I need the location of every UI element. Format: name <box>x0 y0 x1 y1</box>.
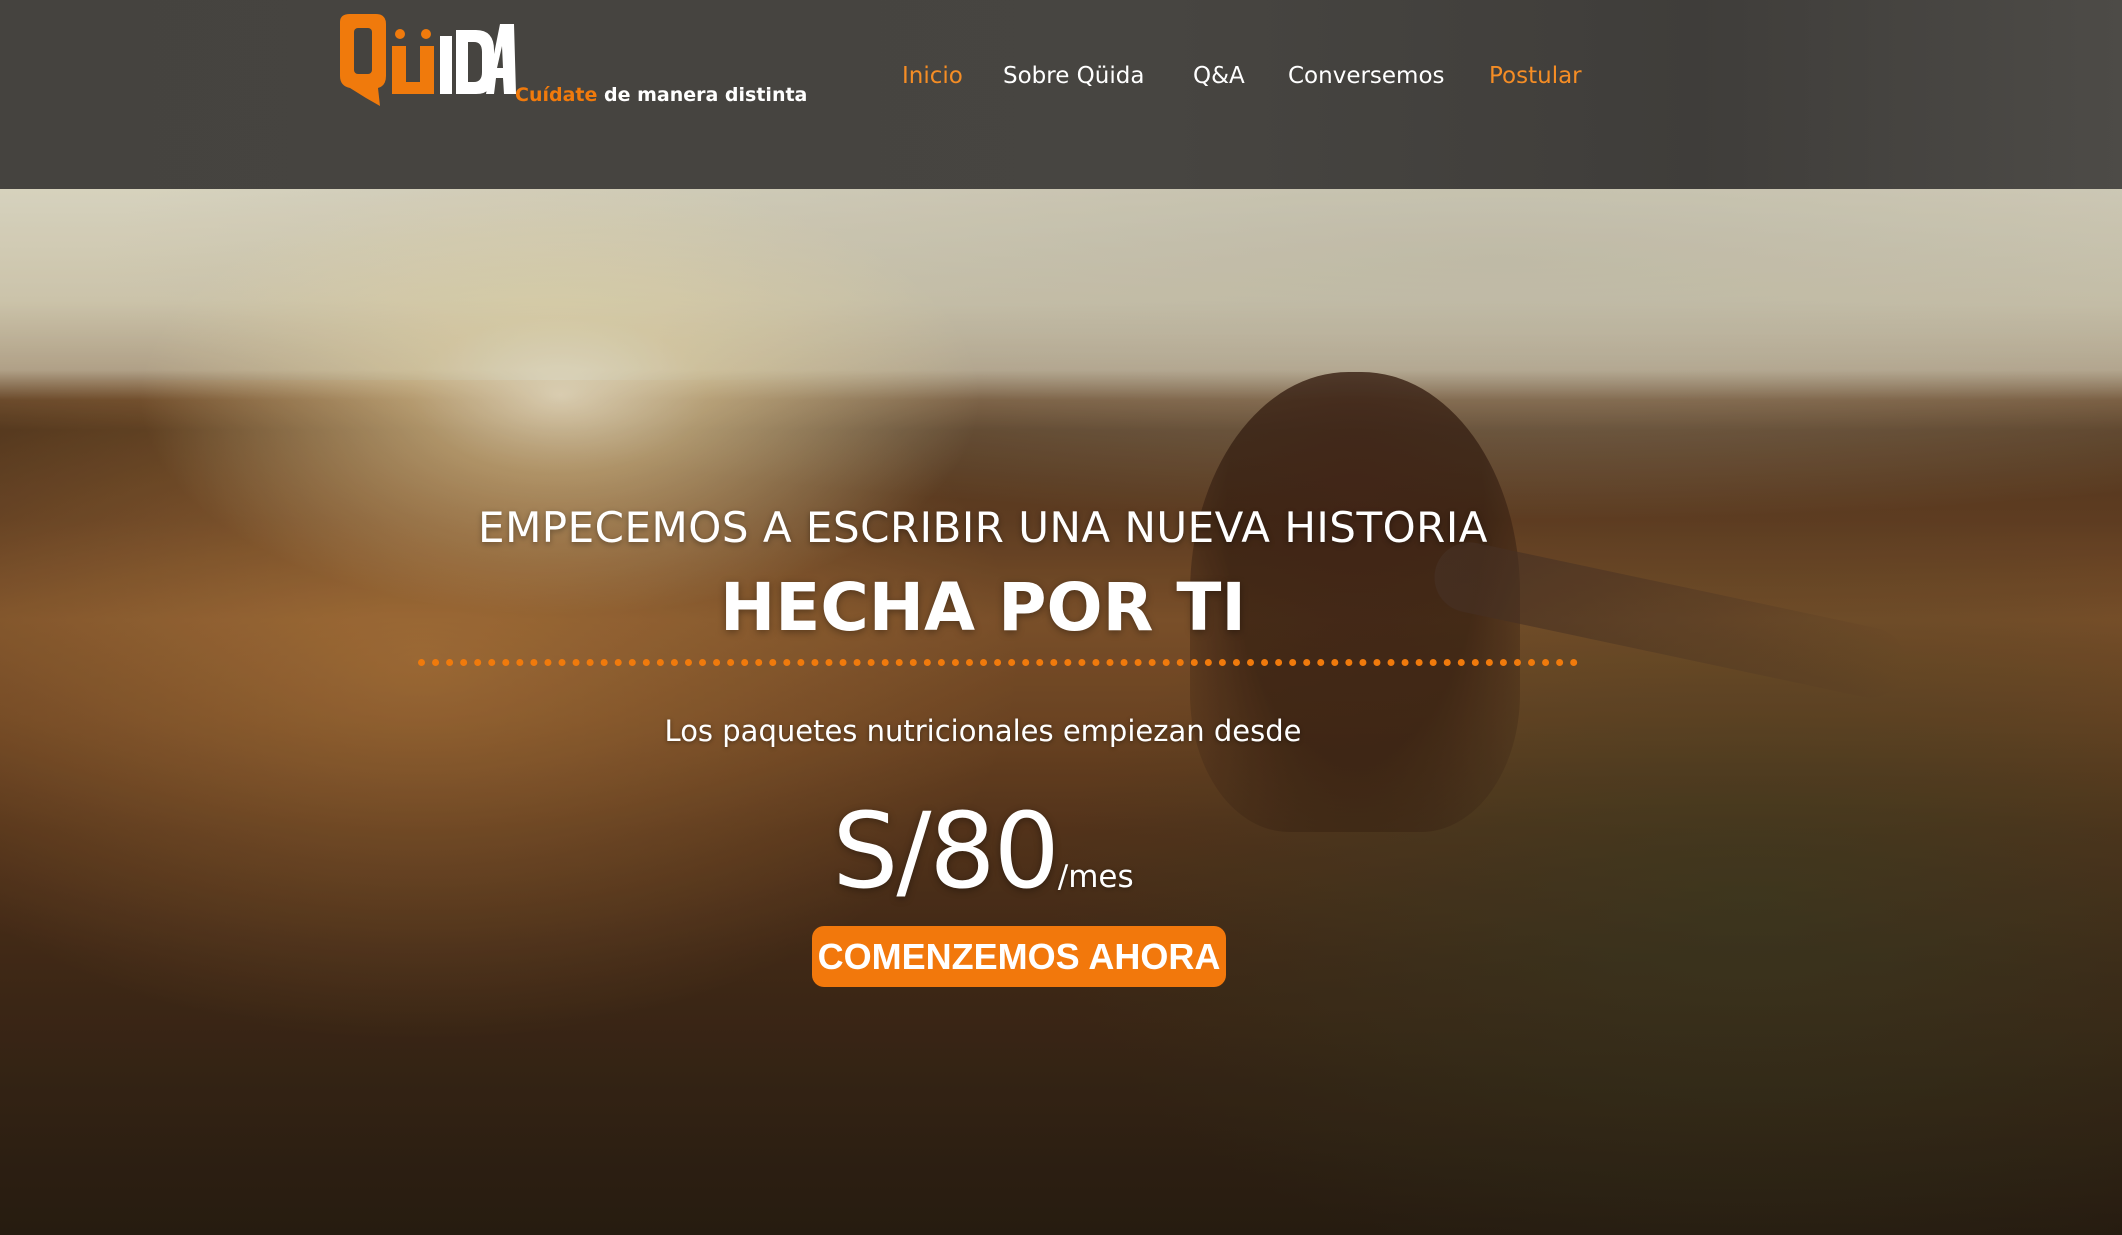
price-period: /mes <box>1057 859 1134 895</box>
hero-subheadline: HECHA POR TI <box>720 569 1246 646</box>
hero-headline: EMPECEMOS A ESCRIBIR UNA NUEVA HISTORIA <box>478 503 1488 552</box>
packages-description: Los paquetes nutricionales empiezan desd… <box>664 714 1302 748</box>
price-amount: S/80 <box>832 790 1059 912</box>
dotted-divider <box>418 659 1578 666</box>
hero-section: EMPECEMOS A ESCRIBIR UNA NUEVA HISTORIA … <box>0 0 2122 1235</box>
start-now-button[interactable]: COMENZEMOS AHORA <box>812 926 1226 987</box>
page: Cuídate de manera distinta Inicio Sobre … <box>0 0 2122 1235</box>
price-display: S/80/mes <box>283 790 1683 912</box>
